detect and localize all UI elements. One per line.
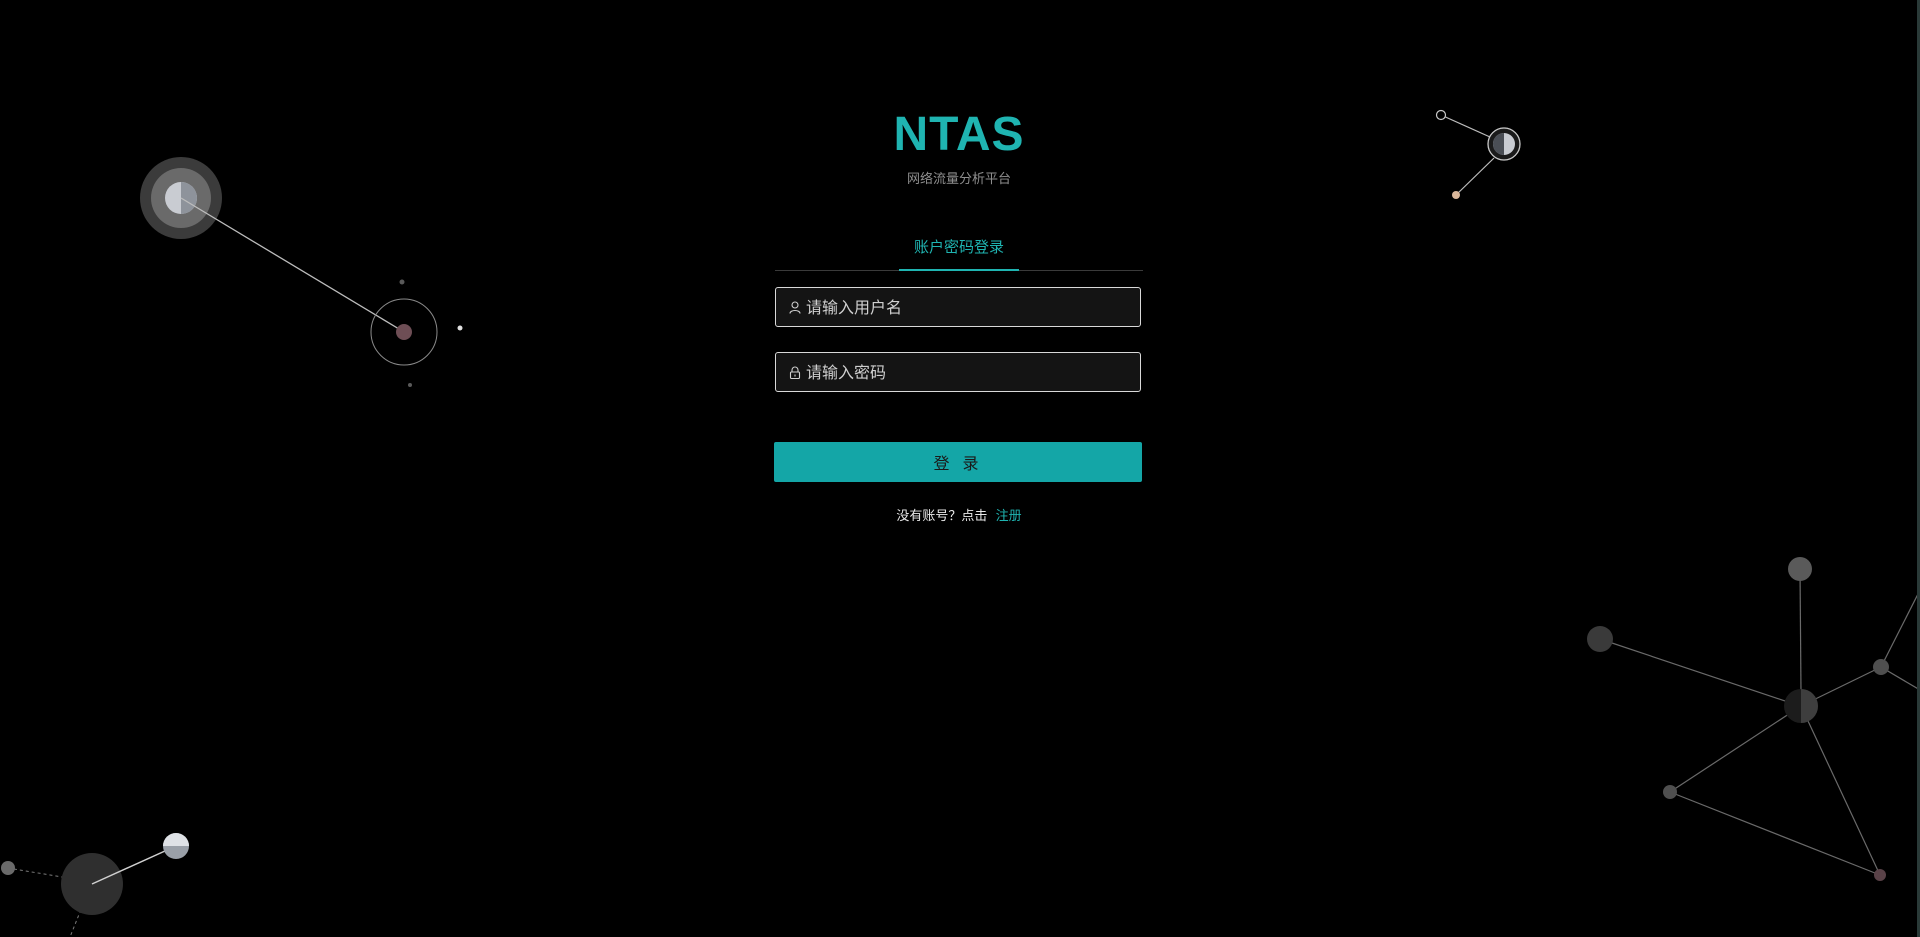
username-input[interactable]	[806, 289, 1140, 325]
brand-header: NTAS 网络流量分析平台	[775, 100, 1143, 187]
register-link[interactable]: 注册	[996, 509, 1022, 524]
user-icon	[788, 300, 802, 314]
login-button[interactable]: 登 录	[774, 442, 1142, 482]
username-field[interactable]	[775, 287, 1141, 327]
password-field[interactable]	[775, 352, 1141, 392]
tab-active-indicator	[898, 269, 1019, 271]
app-title: NTAS	[893, 108, 1025, 161]
network-cluster-bottom-right	[1587, 557, 1920, 881]
network-cluster-top-left	[140, 157, 463, 387]
register-prompt: 没有账号？点击	[896, 509, 988, 524]
lock-icon	[788, 365, 802, 379]
app-subtitle: 网络流量分析平台	[906, 172, 1011, 187]
login-panel: NTAS 网络流量分析平台 账户密码登录 请输入用户名 登 录 没有账号？点击 …	[774, 100, 1143, 524]
password-input[interactable]	[806, 354, 1140, 390]
tab-label: 账户密码登录	[913, 238, 1004, 256]
network-cluster-bottom-left	[1, 833, 189, 937]
network-cluster-top-right	[1435, 109, 1521, 199]
tab-account-password[interactable]: 账户密码登录	[898, 235, 1019, 271]
login-page: NTAS 网络流量分析平台 账户密码登录 请输入用户名 登 录 没有账号？点击 …	[0, 0, 1920, 937]
login-tabs: 账户密码登录	[775, 235, 1143, 271]
register-line: 没有账号？点击 注册	[775, 505, 1143, 524]
